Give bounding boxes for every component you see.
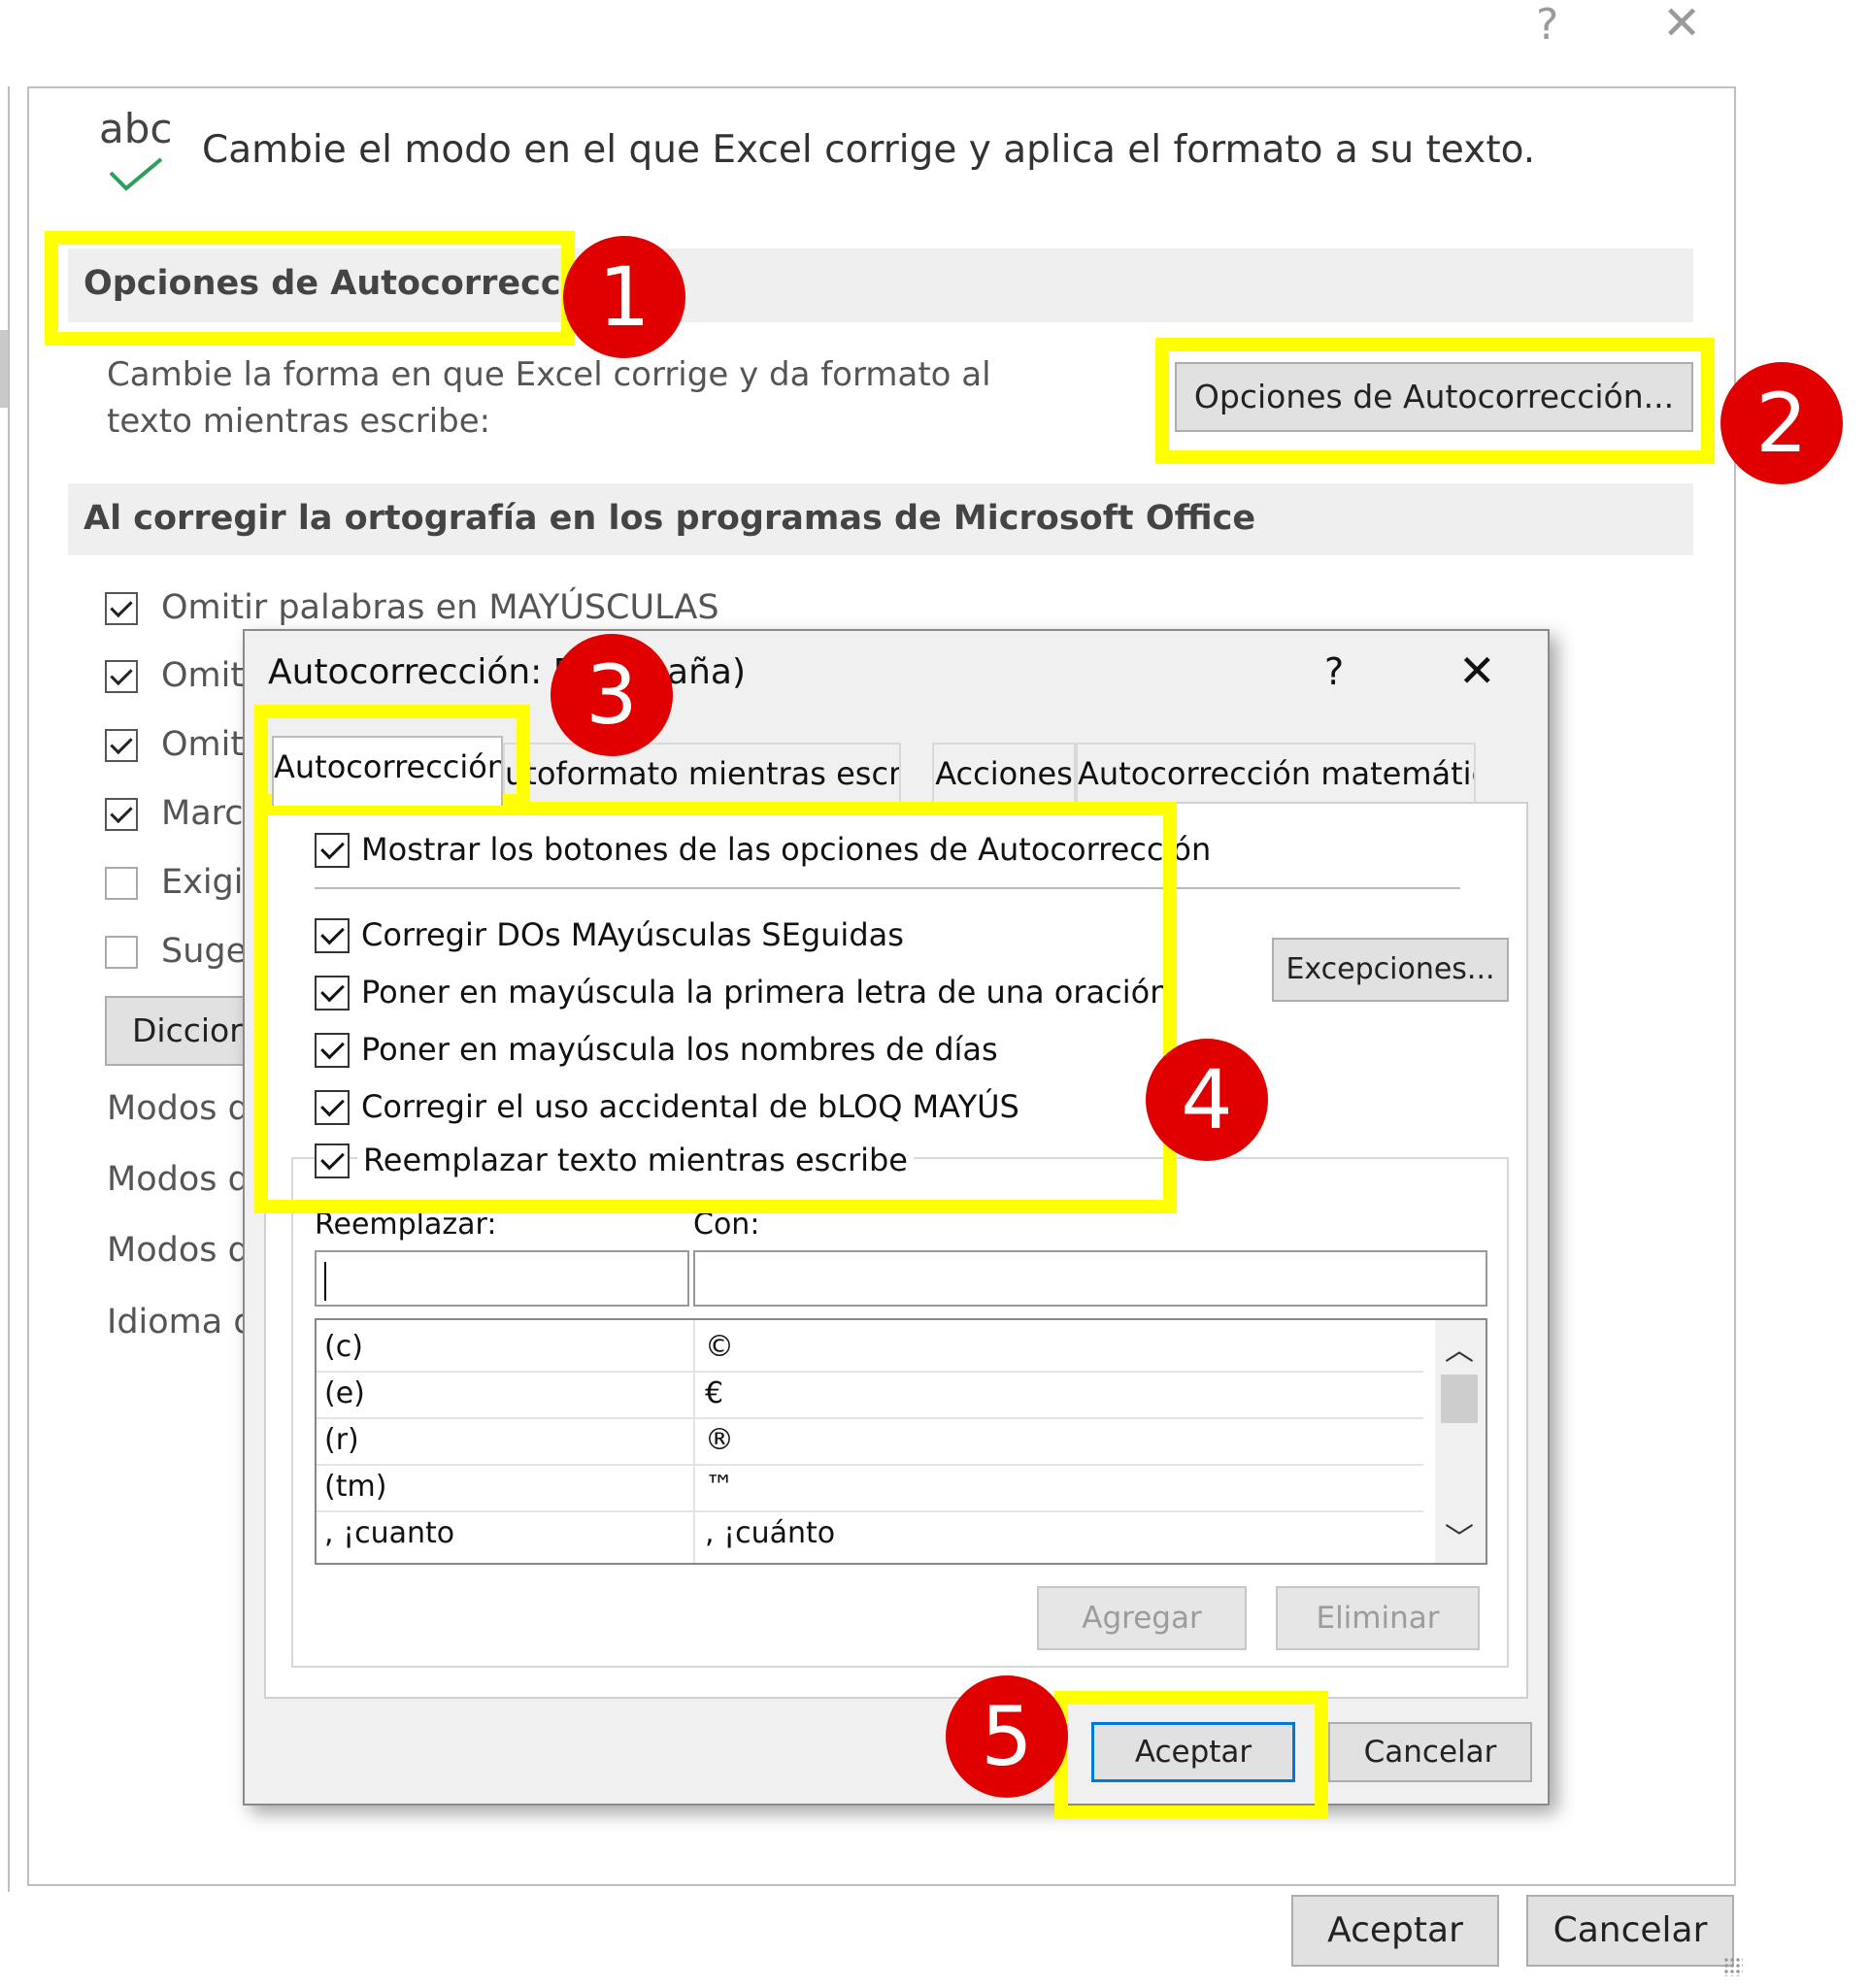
dialog-close-icon[interactable]: ✕	[1458, 645, 1496, 697]
cancel-button[interactable]: Cancelar	[1526, 1895, 1734, 1967]
add-button[interactable]: Agregar	[1037, 1586, 1247, 1650]
abc-check-icon: abc	[99, 105, 173, 191]
spelling-option-2-checkbox[interactable]	[105, 660, 138, 693]
replacement-list[interactable]: (c) © (e) € (r) ® (tm) ™ , ¡cuanto , ¡cu…	[315, 1318, 1487, 1565]
ignore-uppercase-checkbox[interactable]	[105, 592, 138, 625]
close-icon[interactable]: ✕	[1662, 0, 1701, 47]
checkmark-icon	[109, 157, 163, 191]
page-title: Cambie el modo en el que Excel corrige y…	[202, 128, 1536, 172]
dialog-cancel-button[interactable]: Cancelar	[1328, 1722, 1532, 1782]
scroll-thumb[interactable]	[1441, 1375, 1478, 1423]
spelling-option-4-label: Marc	[161, 794, 244, 833]
list-item-with: ©	[705, 1330, 734, 1364]
list-item[interactable]: (r) ®	[317, 1417, 1423, 1466]
step-badge-2: 2	[1720, 362, 1843, 484]
abc-icon-text: abc	[99, 105, 173, 152]
dialog-title: Autocorrección: Es España)	[268, 652, 747, 692]
dialog-help-icon[interactable]: ?	[1324, 650, 1344, 693]
list-item-with: €	[705, 1376, 724, 1410]
spelling-option-6-checkbox[interactable]	[105, 936, 138, 969]
tab-actions[interactable]: Acciones	[932, 743, 1076, 803]
delete-button[interactable]: Eliminar	[1276, 1586, 1480, 1650]
spelling-option-4-checkbox[interactable]	[105, 798, 138, 831]
spelling-option-5-checkbox[interactable]	[105, 867, 138, 900]
step-badge-4: 4	[1146, 1039, 1268, 1161]
spelling-option-6-label: Suge	[161, 932, 248, 971]
ok-button[interactable]: Aceptar	[1291, 1895, 1499, 1967]
mode-label-2: Modos d	[107, 1160, 250, 1199]
scroll-down-icon[interactable]: ﹀	[1445, 1514, 1474, 1557]
spelling-section-heading: Al corregir la ortografía en los program…	[68, 483, 1693, 555]
list-item-replace: , ¡cuanto	[324, 1516, 455, 1550]
left-panel-scrollbar[interactable]	[0, 330, 8, 408]
step-badge-1: 1	[563, 236, 685, 358]
spelling-option-2-label: Omit	[161, 656, 245, 695]
highlight-box-4	[254, 802, 1177, 1213]
list-item[interactable]: (c) ©	[317, 1324, 1423, 1373]
step-badge-5: 5	[946, 1675, 1068, 1798]
list-item[interactable]: , ¡cuanto , ¡cuánto	[317, 1510, 1423, 1557]
list-item-with: ®	[705, 1423, 734, 1457]
list-item[interactable]: (e) €	[317, 1371, 1423, 1419]
ignore-uppercase-label: Omitir palabras en MAYÚSCULAS	[161, 588, 719, 627]
tab-autocorrect[interactable]: Autocorrección	[272, 736, 503, 806]
tab-autoformat-as-you-type[interactable]: utoformato mientras escribe	[503, 743, 901, 803]
list-item-replace: (r)	[324, 1423, 359, 1457]
spelling-option-3-label: Omit	[161, 725, 245, 764]
mode-label-3: Modos d	[107, 1231, 250, 1270]
highlight-box-2	[1155, 338, 1715, 464]
list-item-with: , ¡cuánto	[705, 1516, 836, 1550]
scroll-up-icon[interactable]: ︿	[1445, 1326, 1474, 1369]
resize-grip-icon[interactable]	[1723, 1957, 1743, 1976]
help-icon[interactable]: ?	[1536, 4, 1558, 47]
highlight-box-1	[45, 231, 575, 346]
autocorrect-description: Cambie la forma en que Excel corrige y d…	[107, 355, 991, 441]
list-item-replace: (c)	[324, 1330, 363, 1364]
list-item-replace: (tm)	[324, 1470, 387, 1504]
mode-label-1: Modos d	[107, 1089, 250, 1128]
spelling-option-5-label: Exigi	[161, 863, 244, 902]
replace-input[interactable]	[315, 1250, 689, 1307]
highlight-box-5	[1054, 1691, 1328, 1819]
list-item-with: ™	[705, 1470, 734, 1504]
list-item-replace: (e)	[324, 1376, 365, 1410]
text-caret	[324, 1262, 326, 1301]
exceptions-button[interactable]: Excepciones...	[1272, 938, 1509, 1002]
with-input[interactable]	[693, 1250, 1487, 1307]
spelling-option-3-checkbox[interactable]	[105, 729, 138, 762]
list-item[interactable]: (tm) ™	[317, 1464, 1423, 1512]
step-badge-3: 3	[551, 634, 673, 756]
language-label: Idioma d	[107, 1303, 255, 1342]
list-scrollbar[interactable]: ︿ ﹀	[1435, 1320, 1486, 1563]
tab-math-autocorrect[interactable]: Autocorrección matemática	[1076, 743, 1476, 803]
